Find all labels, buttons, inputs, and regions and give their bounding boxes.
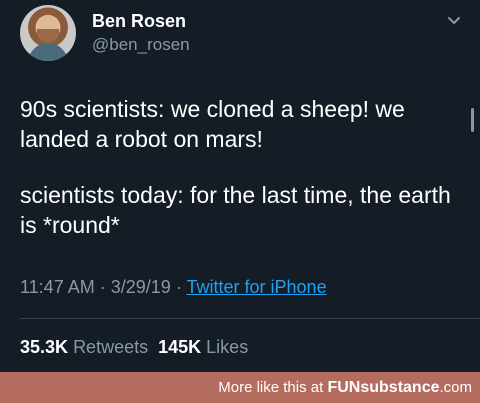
- tweet-date[interactable]: 3/29/19: [111, 277, 171, 297]
- tweet-header: Ben Rosen @ben_rosen: [20, 5, 470, 65]
- display-name[interactable]: Ben Rosen: [92, 10, 190, 32]
- meta-separator: ·: [99, 277, 106, 297]
- footer-promo[interactable]: More like this at FUNsubstance.com: [218, 379, 472, 397]
- user-handle[interactable]: @ben_rosen: [92, 34, 190, 56]
- footer-brand-bold: FUN: [327, 379, 361, 396]
- footer-brand-rest: substance: [360, 379, 440, 396]
- avatar[interactable]: [20, 5, 76, 61]
- tweet-card: Ben Rosen @ben_rosen 90s scientists: we …: [0, 0, 480, 372]
- retweets-label: Retweets: [73, 337, 149, 357]
- retweets-stat[interactable]: 35.3K Retweets: [20, 337, 148, 357]
- likes-count: 145K: [158, 337, 202, 357]
- avatar-beard: [37, 29, 59, 43]
- retweets-count: 35.3K: [20, 337, 69, 357]
- tweet-stats: 35.3K Retweets 145K Likes: [20, 336, 248, 358]
- footer-brand-suffix: .com: [439, 379, 472, 396]
- tweet-text-paragraph-2: scientists today: for the last time, the…: [20, 182, 451, 238]
- tweet-time: 11:47 AM: [20, 277, 95, 297]
- author-names: Ben Rosen @ben_rosen: [92, 10, 190, 56]
- likes-label: Likes: [206, 337, 249, 357]
- footer-prefix: More like this at: [218, 379, 324, 396]
- scrollbar[interactable]: [471, 108, 474, 132]
- divider: [20, 318, 480, 319]
- likes-stat[interactable]: 145K Likes: [158, 337, 248, 357]
- tweet-text-paragraph-1: 90s scientists: we cloned a sheep! we la…: [20, 96, 405, 152]
- tweet-source-link[interactable]: Twitter for iPhone: [187, 277, 327, 297]
- watermark-footer: More like this at FUNsubstance.com: [0, 372, 480, 403]
- tweet-meta: 11:47 AM · 3/29/19 · Twitter for iPhone: [20, 276, 327, 298]
- avatar-shirt: [28, 43, 68, 61]
- meta-separator: ·: [175, 277, 182, 297]
- chevron-down-icon[interactable]: [446, 13, 462, 29]
